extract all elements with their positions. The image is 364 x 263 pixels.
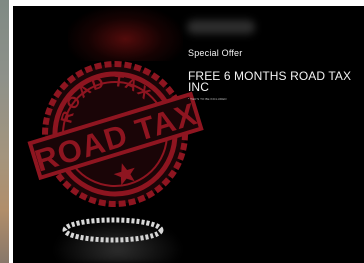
previous-slide-strip[interactable] [0,0,9,263]
offer-text-block: Special Offer FREE 6 MONTHS ROAD TAX INC… [188,48,358,101]
offer-fineprint: * T&C'S TO BE INCLUDED [188,97,227,101]
offer-title: FREE 6 MONTHS ROAD TAX INC [188,69,352,94]
offer-eyebrow: Special Offer [188,48,243,58]
blurred-reflection [53,218,183,263]
promo-slide[interactable]: ROAD TAX ROAD TAX Special Offer FREE 6 M… [13,6,364,263]
